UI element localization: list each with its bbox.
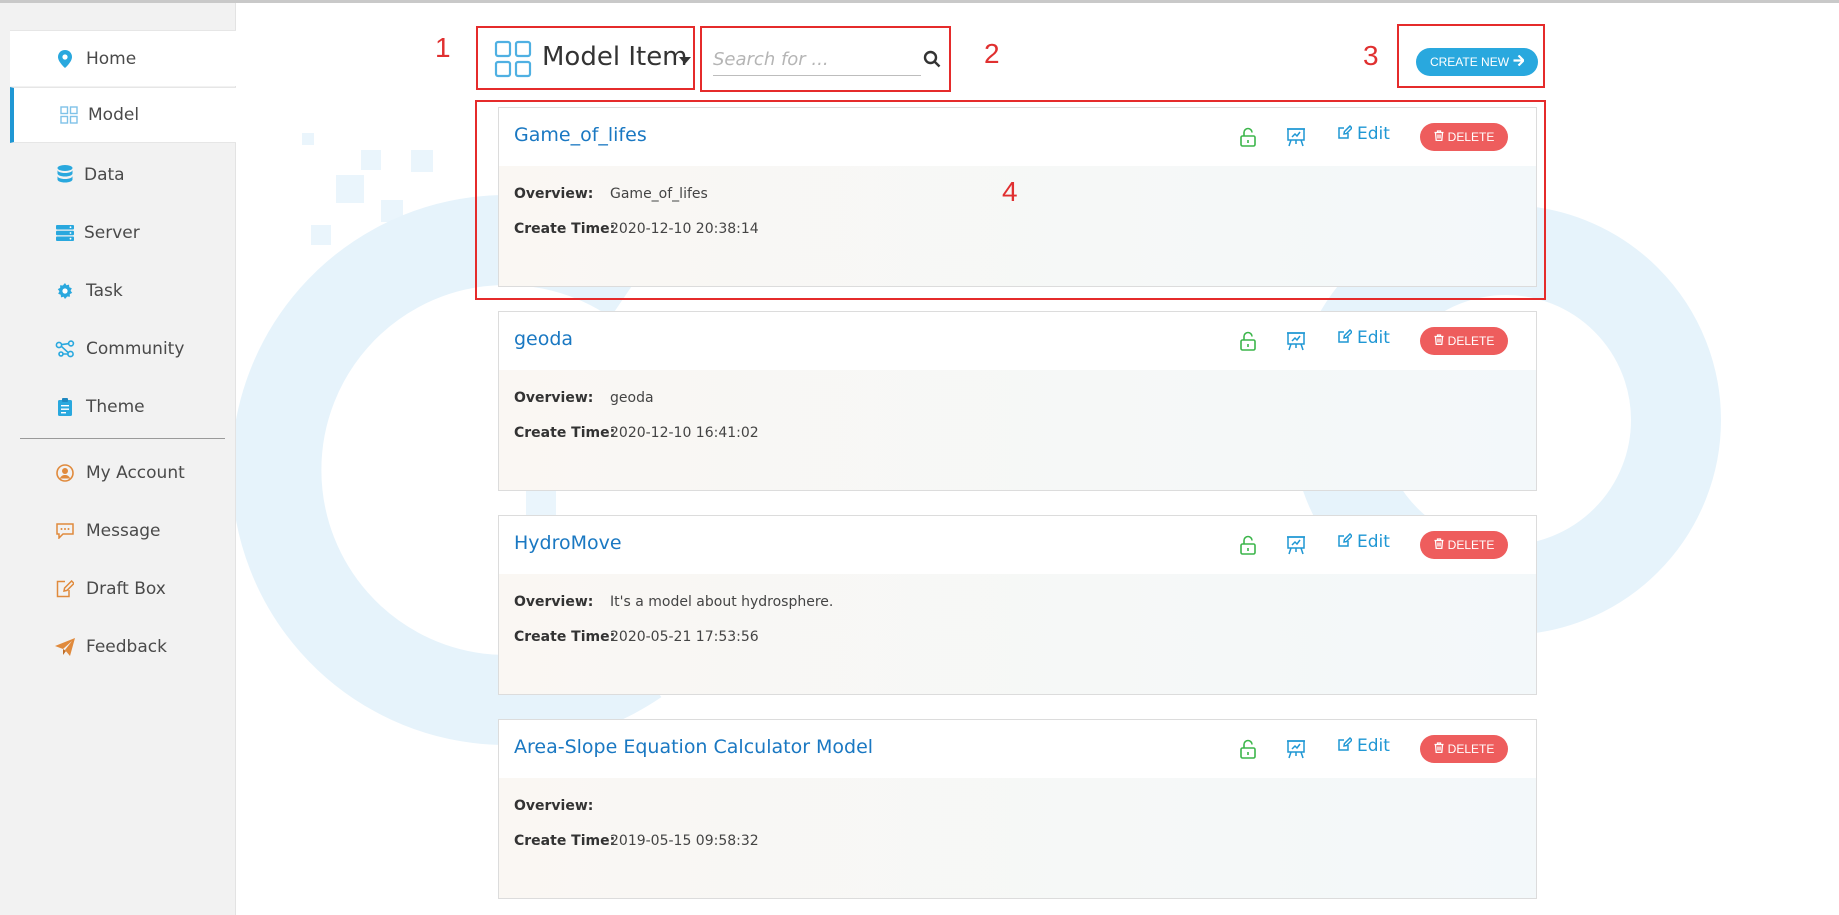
card-header: HydroMove Edit DELETE xyxy=(499,516,1536,574)
model-item-card: Area-Slope Equation Calculator Model Edit… xyxy=(498,719,1537,899)
overview-label: Overview: xyxy=(514,594,594,610)
sidebar-item-label: Model xyxy=(88,105,140,125)
presentation-icon[interactable] xyxy=(1285,534,1307,556)
trash-icon xyxy=(1434,742,1444,756)
delete-label: DELETE xyxy=(1447,538,1495,552)
sidebar-item-label: Task xyxy=(86,281,123,301)
sidebar-item-label: Theme xyxy=(86,397,145,417)
sidebar-item-home[interactable]: Home xyxy=(10,30,236,86)
edit-button[interactable]: Edit xyxy=(1338,328,1390,348)
trash-icon xyxy=(1434,334,1444,348)
edit-icon xyxy=(1338,532,1354,552)
annotation-number-4: 4 xyxy=(1002,176,1018,207)
model-item-title[interactable]: HydroMove xyxy=(514,532,622,554)
presentation-icon[interactable] xyxy=(1285,330,1307,352)
model-item-title[interactable]: Area-Slope Equation Calculator Model xyxy=(514,736,873,758)
overview-label: Overview: xyxy=(514,798,594,814)
annotation-number-1: 1 xyxy=(435,32,451,63)
grid-icon xyxy=(58,104,80,126)
sidebar-item-task[interactable]: Task xyxy=(10,263,236,319)
annotation-box-2 xyxy=(700,26,951,92)
create-time-label: Create Time: xyxy=(514,833,616,849)
create-time-label: Create Time: xyxy=(514,425,616,441)
gear-icon xyxy=(54,280,76,302)
edit-label: Edit xyxy=(1357,736,1390,756)
sidebar-item-message[interactable]: Message xyxy=(10,503,236,559)
edit-button[interactable]: Edit xyxy=(1338,532,1390,552)
unlock-icon[interactable] xyxy=(1237,738,1259,760)
model-item-card: geoda Edit DELETE Overview: geoda Create Time… xyxy=(498,311,1537,491)
database-icon xyxy=(54,164,76,186)
delete-button[interactable]: DELETE xyxy=(1420,735,1508,763)
user-circle-icon xyxy=(54,462,76,484)
sidebar-item-server[interactable]: Server xyxy=(10,205,236,261)
create-time-value: 2020-05-21 17:53:56 xyxy=(610,629,759,645)
map-pin-icon xyxy=(54,48,76,70)
overview-label: Overview: xyxy=(514,390,594,406)
sidebar: Home Model Data Server Task Community Th… xyxy=(0,3,236,915)
message-icon xyxy=(54,520,76,542)
overview-value: It's a model about hydrosphere. xyxy=(610,594,834,610)
edit-button[interactable]: Edit xyxy=(1338,736,1390,756)
annotation-box-3 xyxy=(1397,24,1545,88)
sidebar-item-data[interactable]: Data xyxy=(10,147,236,203)
unlock-icon[interactable] xyxy=(1237,330,1259,352)
sidebar-item-label: Community xyxy=(86,339,185,359)
delete-button[interactable]: DELETE xyxy=(1420,327,1508,355)
delete-label: DELETE xyxy=(1447,334,1495,348)
model-item-title[interactable]: geoda xyxy=(514,328,573,350)
top-border xyxy=(0,0,1839,3)
sidebar-item-label: Draft Box xyxy=(86,579,166,599)
edit-icon xyxy=(1338,736,1354,756)
sidebar-item-my-account[interactable]: My Account xyxy=(10,445,236,501)
edit-label: Edit xyxy=(1357,532,1390,552)
trash-icon xyxy=(1434,538,1444,552)
sidebar-item-label: Feedback xyxy=(86,637,167,657)
delete-button[interactable]: DELETE xyxy=(1420,531,1508,559)
annotation-number-3: 3 xyxy=(1363,40,1379,71)
sidebar-item-theme[interactable]: Theme xyxy=(10,379,236,435)
card-header: Area-Slope Equation Calculator Model Edit… xyxy=(499,720,1536,778)
unlock-icon[interactable] xyxy=(1237,534,1259,556)
sidebar-item-label: Server xyxy=(84,223,140,243)
create-time-value: 2020-12-10 16:41:02 xyxy=(610,425,759,441)
create-time-value: 2019-05-15 09:58:32 xyxy=(610,833,759,849)
server-icon xyxy=(54,222,76,244)
create-time-label: Create Time: xyxy=(514,629,616,645)
paper-plane-icon xyxy=(54,636,76,658)
model-item-card: HydroMove Edit DELETE Overview: It's a model… xyxy=(498,515,1537,695)
sidebar-item-label: My Account xyxy=(86,463,185,483)
share-nodes-icon xyxy=(54,338,76,360)
sidebar-item-label: Data xyxy=(84,165,125,185)
edit-file-icon xyxy=(54,578,76,600)
presentation-icon[interactable] xyxy=(1285,738,1307,760)
edit-icon xyxy=(1338,328,1354,348)
annotation-box-1 xyxy=(476,26,695,90)
sidebar-item-label: Message xyxy=(86,521,161,541)
card-header: geoda Edit DELETE xyxy=(499,312,1536,370)
overview-value: geoda xyxy=(610,390,654,406)
delete-label: DELETE xyxy=(1447,742,1495,756)
clipboard-icon xyxy=(54,396,76,418)
sidebar-item-model[interactable]: Model xyxy=(10,87,236,143)
sidebar-divider xyxy=(20,438,225,439)
sidebar-item-feedback[interactable]: Feedback xyxy=(10,619,236,675)
sidebar-item-draft-box[interactable]: Draft Box xyxy=(10,561,236,617)
sidebar-item-label: Home xyxy=(86,48,137,69)
sidebar-item-community[interactable]: Community xyxy=(10,321,236,377)
edit-label: Edit xyxy=(1357,328,1390,348)
annotation-number-2: 2 xyxy=(984,38,1000,69)
